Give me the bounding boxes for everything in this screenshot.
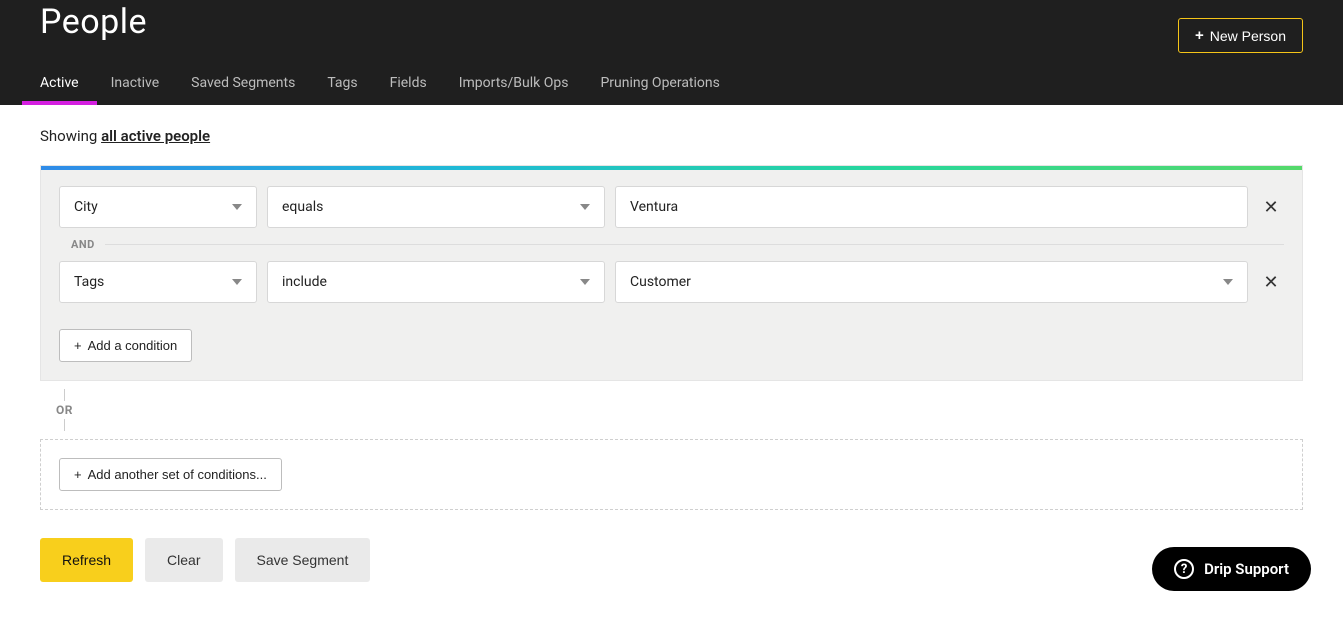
close-icon: ✕ (1263, 197, 1278, 217)
remove-condition-button[interactable]: ✕ (1258, 197, 1284, 218)
refresh-button[interactable]: Refresh (40, 538, 133, 582)
tab-saved-segments[interactable]: Saved Segments (191, 75, 295, 105)
tab-pruning-operations[interactable]: Pruning Operations (600, 75, 719, 105)
tab-active[interactable]: Active (40, 75, 79, 105)
operator-value: include (282, 274, 327, 290)
field-value: Tags (74, 274, 104, 290)
support-label: Drip Support (1204, 560, 1289, 578)
tab-tags[interactable]: Tags (327, 75, 357, 105)
plus-icon: + (1195, 27, 1204, 44)
showing-text: Showing all active people (40, 127, 1303, 145)
operator-value: equals (282, 199, 323, 215)
new-person-button[interactable]: + New Person (1178, 18, 1303, 53)
chevron-down-icon (580, 279, 590, 285)
plus-icon: + (74, 467, 82, 482)
and-divider: AND (71, 238, 1284, 251)
page-header: People + New Person Active Inactive Save… (0, 0, 1343, 105)
tab-imports-bulk-ops[interactable]: Imports/Bulk Ops (459, 75, 569, 105)
action-buttons: Refresh Clear Save Segment (40, 538, 1303, 582)
field-value: City (74, 199, 98, 215)
save-segment-button[interactable]: Save Segment (235, 538, 371, 582)
or-label: OR (56, 403, 1303, 417)
value-select[interactable]: Customer (615, 261, 1248, 303)
tabs-nav: Active Inactive Saved Segments Tags Fiel… (40, 75, 1303, 105)
new-person-label: New Person (1210, 28, 1286, 44)
condition-row: City equals Ventura ✕ (59, 186, 1284, 228)
condition-row: Tags include Customer ✕ (59, 261, 1284, 303)
add-set-label: Add another set of conditions... (88, 467, 267, 482)
value-input[interactable]: Ventura (615, 186, 1248, 228)
field-select[interactable]: City (59, 186, 257, 228)
add-condition-label: Add a condition (88, 338, 178, 353)
chevron-down-icon (1223, 279, 1233, 285)
value-text: Customer (630, 274, 691, 290)
connector-line (64, 419, 65, 431)
divider-line (105, 244, 1284, 245)
support-button[interactable]: ? Drip Support (1152, 547, 1311, 591)
tab-fields[interactable]: Fields (390, 75, 427, 105)
add-condition-set-button[interactable]: + Add another set of conditions... (59, 458, 282, 491)
connector-line (64, 389, 65, 401)
value-text: Ventura (630, 199, 678, 215)
plus-icon: + (74, 338, 82, 353)
chevron-down-icon (580, 204, 590, 210)
or-connector: OR (64, 381, 1303, 439)
chevron-down-icon (232, 204, 242, 210)
segment-conditions-box: City equals Ventura ✕ AND Tags (40, 165, 1303, 381)
gradient-bar (41, 166, 1302, 170)
and-label: AND (71, 238, 95, 251)
field-select[interactable]: Tags (59, 261, 257, 303)
operator-select[interactable]: include (267, 261, 605, 303)
operator-select[interactable]: equals (267, 186, 605, 228)
chevron-down-icon (232, 279, 242, 285)
close-icon: ✕ (1263, 272, 1278, 292)
remove-condition-button[interactable]: ✕ (1258, 272, 1284, 293)
showing-link[interactable]: all active people (101, 127, 210, 145)
add-condition-button[interactable]: + Add a condition (59, 329, 192, 362)
showing-prefix: Showing (40, 127, 101, 145)
help-icon: ? (1174, 559, 1194, 579)
clear-button[interactable]: Clear (145, 538, 222, 582)
page-title: People (40, 0, 147, 42)
or-conditions-box: + Add another set of conditions... (40, 439, 1303, 510)
main-content: Showing all active people City equals Ve… (0, 105, 1343, 622)
tab-inactive[interactable]: Inactive (111, 75, 160, 105)
